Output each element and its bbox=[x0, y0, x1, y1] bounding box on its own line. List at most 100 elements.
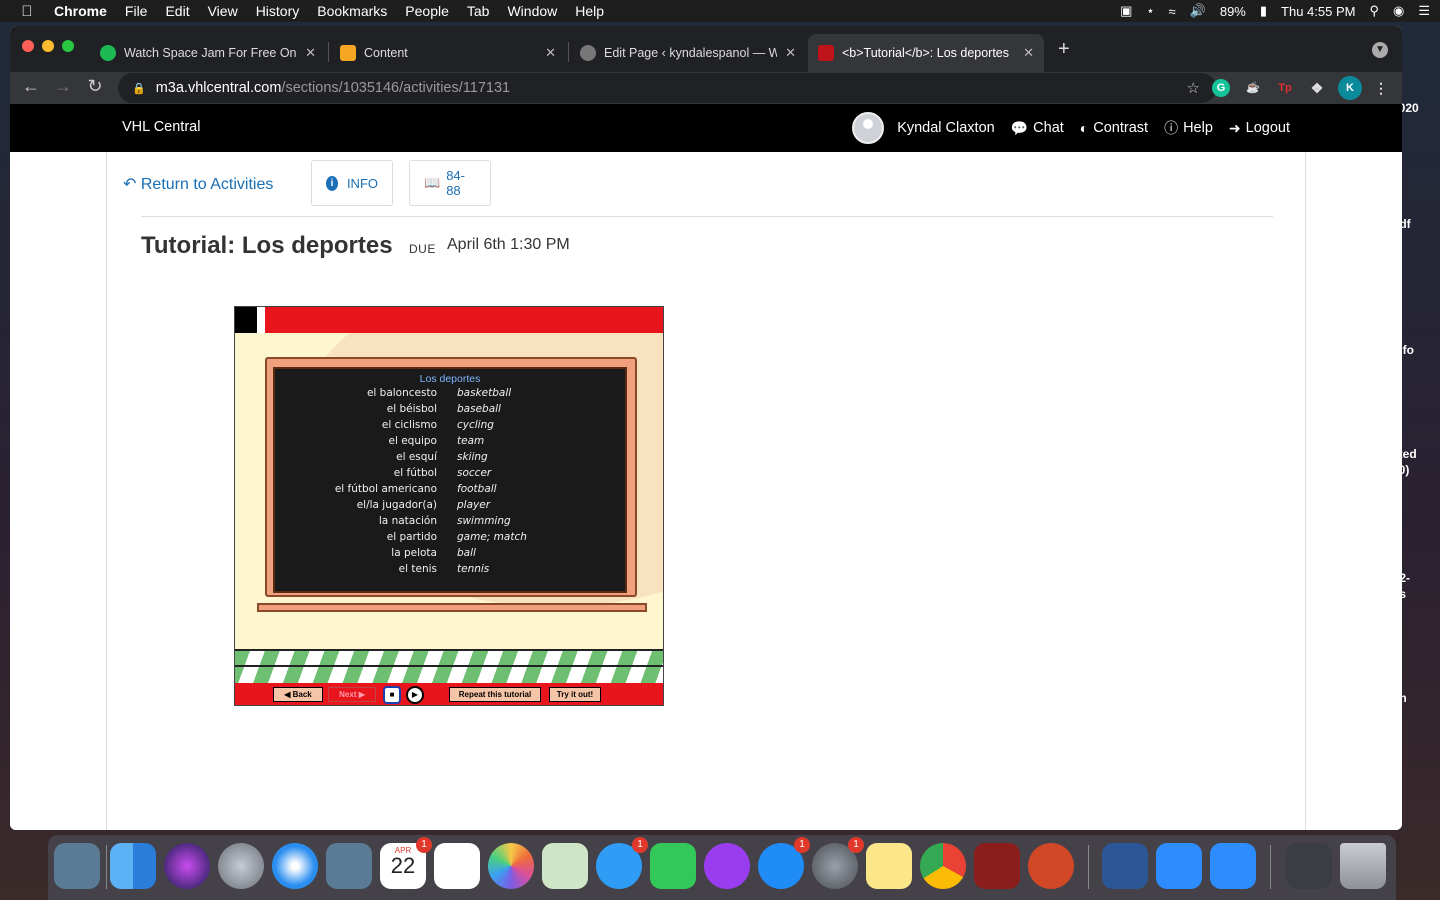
menu-tab[interactable]: Tab bbox=[467, 3, 490, 19]
book-icon: 📖 bbox=[424, 175, 441, 190]
preview-icon[interactable] bbox=[54, 843, 100, 889]
reload-icon[interactable]: ↻ bbox=[84, 76, 106, 97]
calendar-icon[interactable]: APR 22 1 bbox=[380, 837, 432, 889]
tab-tutorial[interactable]: <b>Tutorial</b>: Los deportes ✕ bbox=[808, 34, 1044, 72]
return-to-activities-link[interactable]: ↶ Return to Activities bbox=[123, 174, 273, 194]
notification-center-icon[interactable]: ☰ bbox=[1418, 3, 1430, 19]
siri-icon[interactable]: ◉ bbox=[1393, 3, 1404, 19]
minimize-window-button[interactable] bbox=[42, 40, 54, 52]
spotlight-icon[interactable]: ⚲ bbox=[1369, 3, 1379, 19]
launchpad-icon[interactable] bbox=[218, 843, 264, 889]
info-button[interactable]: i INFO bbox=[311, 160, 393, 206]
activity-toolbar: ↶ Return to Activities i INFO 📖 84-88 bbox=[107, 160, 1307, 206]
help-link[interactable]: ⓘ Help bbox=[1164, 118, 1213, 138]
vocab-english: skiing bbox=[457, 451, 488, 463]
battery-percent[interactable]: 89% bbox=[1220, 4, 1246, 19]
forward-icon[interactable]: → bbox=[52, 76, 74, 97]
menu-help[interactable]: Help bbox=[575, 3, 604, 19]
close-tab-icon[interactable]: ✕ bbox=[305, 45, 316, 61]
vocab-row: el partido game; match bbox=[275, 531, 625, 547]
pages-label: 84-88 bbox=[446, 168, 465, 198]
extension-tp-icon[interactable]: Tp bbox=[1276, 79, 1294, 97]
address-bar[interactable]: 🔒 m3a.vhlcentral.com/sections/1035146/ac… bbox=[118, 73, 1216, 103]
menu-history[interactable]: History bbox=[256, 3, 300, 19]
close-window-button[interactable] bbox=[22, 40, 34, 52]
logout-link[interactable]: ➜ Logout bbox=[1229, 120, 1290, 137]
back-icon[interactable]: ← bbox=[20, 76, 42, 97]
chrome-icon[interactable] bbox=[920, 843, 966, 889]
user-name: Kyndal Claxton bbox=[897, 120, 995, 136]
grammarly-icon[interactable]: G bbox=[1212, 79, 1230, 97]
bluetooth-icon[interactable]: ⋆ bbox=[1146, 3, 1154, 19]
close-tab-icon[interactable]: ✕ bbox=[785, 45, 796, 61]
reminders-icon[interactable] bbox=[434, 843, 480, 889]
menu-people[interactable]: People bbox=[405, 3, 449, 19]
calendar-badge: 1 bbox=[416, 837, 432, 853]
podcasts-icon[interactable] bbox=[704, 843, 750, 889]
tutorial-next-button[interactable]: Next ▶ bbox=[328, 687, 376, 702]
contrast-link[interactable]: ◐ Contrast bbox=[1080, 120, 1148, 136]
tutorial-back-button[interactable]: ◀ Back bbox=[273, 687, 323, 702]
tab-content[interactable]: Content ✕ bbox=[330, 34, 566, 72]
battery-icon[interactable]: ▮ bbox=[1260, 3, 1267, 19]
menu-bookmarks[interactable]: Bookmarks bbox=[317, 3, 387, 19]
stop-icon[interactable]: ■ bbox=[383, 686, 401, 704]
profile-avatar[interactable]: K bbox=[1338, 76, 1362, 100]
volume-icon[interactable]: 🔊 bbox=[1190, 3, 1206, 19]
tab-edit-page[interactable]: Edit Page ‹ kyndalespanol — W ✕ bbox=[570, 34, 806, 72]
contrast-label: Contrast bbox=[1093, 120, 1149, 136]
extensions-puzzle-icon[interactable]: ❖ bbox=[1308, 79, 1326, 97]
chat-link[interactable]: 💬 Chat bbox=[1011, 120, 1064, 137]
menu-app-name[interactable]: Chrome bbox=[54, 3, 107, 19]
powerpoint-icon[interactable] bbox=[1028, 843, 1074, 889]
photo-booth-icon[interactable] bbox=[974, 843, 1020, 889]
menu-edit[interactable]: Edit bbox=[165, 3, 189, 19]
menu-window[interactable]: Window bbox=[507, 3, 557, 19]
system-preferences-icon[interactable]: 1 bbox=[812, 837, 864, 889]
chrome-menu-icon[interactable]: ⋮ bbox=[1372, 79, 1390, 97]
zoom-icon[interactable] bbox=[1156, 843, 1202, 889]
apple-icon[interactable]:  bbox=[0, 3, 54, 20]
zoom-status-icon[interactable]: ▣ bbox=[1120, 3, 1132, 19]
siri-icon[interactable] bbox=[164, 843, 210, 889]
screenshot-thumbnail-icon[interactable] bbox=[1286, 843, 1332, 889]
finder-icon[interactable] bbox=[110, 843, 156, 889]
zoom-window-button[interactable] bbox=[62, 40, 74, 52]
vocab-spanish: el ciclismo bbox=[381, 419, 437, 431]
pencil-icon bbox=[340, 45, 356, 61]
tutorial-player[interactable]: Los deportes el baloncesto basketball el … bbox=[234, 306, 664, 706]
messages-icon[interactable]: 1 bbox=[596, 837, 648, 889]
safari-icon[interactable] bbox=[272, 843, 318, 889]
vocab-english: player bbox=[457, 499, 491, 511]
vhl-brand[interactable]: VHL Central bbox=[122, 119, 200, 135]
wifi-icon[interactable]: ≈ bbox=[1169, 4, 1176, 19]
notes-icon[interactable] bbox=[866, 843, 912, 889]
trash-icon[interactable] bbox=[1340, 843, 1386, 889]
extension-cup-icon[interactable]: ☕ bbox=[1244, 79, 1262, 97]
close-tab-icon[interactable]: ✕ bbox=[545, 45, 556, 61]
checkered-floor bbox=[235, 649, 663, 683]
zoom-meeting-icon[interactable] bbox=[1210, 843, 1256, 889]
bookmark-star-icon[interactable]: ☆ bbox=[1187, 79, 1200, 97]
clock[interactable]: Thu 4:55 PM bbox=[1281, 4, 1355, 19]
vocab-english: baseball bbox=[457, 403, 501, 415]
lock-icon[interactable]: 🔒 bbox=[132, 82, 146, 95]
menu-view[interactable]: View bbox=[208, 3, 238, 19]
textbook-pages-button[interactable]: 📖 84-88 bbox=[409, 160, 491, 206]
vocab-spanish: la pelota bbox=[391, 547, 437, 559]
facetime-icon[interactable] bbox=[650, 843, 696, 889]
menu-file[interactable]: File bbox=[125, 3, 148, 19]
play-icon[interactable]: ▶ bbox=[406, 686, 424, 704]
close-tab-icon[interactable]: ✕ bbox=[1023, 45, 1034, 61]
preview-app-icon[interactable] bbox=[326, 843, 372, 889]
new-tab-button[interactable]: + bbox=[1058, 38, 1070, 61]
user-menu[interactable]: Kyndal Claxton bbox=[852, 112, 995, 144]
app-store-icon[interactable]: 1 bbox=[758, 837, 810, 889]
maps-icon[interactable] bbox=[542, 843, 588, 889]
repeat-tutorial-button[interactable]: Repeat this tutorial bbox=[449, 687, 541, 702]
try-it-out-button[interactable]: Try it out! bbox=[549, 687, 601, 702]
tab-search-icon[interactable]: ▼ bbox=[1372, 42, 1388, 58]
photos-icon[interactable] bbox=[488, 843, 534, 889]
word-icon[interactable] bbox=[1102, 843, 1148, 889]
tab-space-jam[interactable]: Watch Space Jam For Free Onl ✕ bbox=[90, 34, 326, 72]
